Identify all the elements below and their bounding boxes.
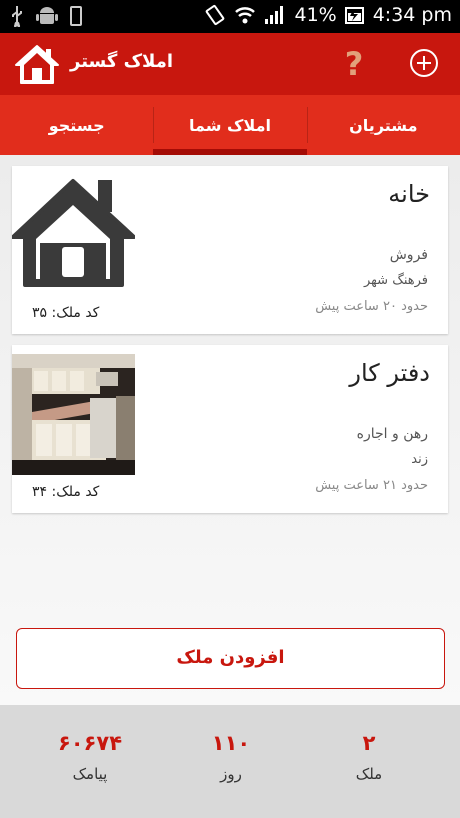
property-card[interactable]: کد ملک: ۳۵ خانه فروش فرهنگ شهر حدود ۲۰ س… — [12, 166, 448, 334]
stat-properties: ۲ ملک — [309, 731, 429, 783]
property-area: زند — [411, 452, 428, 467]
wifi-icon — [235, 7, 256, 24]
clock: 4:34 pm — [372, 4, 452, 26]
tab-your-properties[interactable]: املاک شما — [153, 95, 307, 155]
battery-icon — [344, 7, 364, 24]
property-time: حدود ۲۱ ساعت پیش — [315, 478, 428, 493]
stats-footer: ۶۰۶۷۴ پیامک ۱۱۰ روز ۲ ملک — [0, 705, 460, 818]
property-list: کد ملک: ۳۵ خانه فروش فرهنگ شهر حدود ۲۰ س… — [0, 155, 460, 705]
stat-value: ۱۱۰ — [211, 731, 251, 755]
tab-customers[interactable]: مشتریان — [306, 95, 460, 155]
notification-icons — [10, 5, 82, 27]
phone-storage-icon — [70, 6, 82, 26]
property-deal-type: رهن و اجاره — [356, 426, 428, 442]
property-code: کد ملک: ۳۴ — [32, 484, 100, 500]
stat-days: ۱۱۰ روز — [171, 731, 291, 783]
android-icon — [36, 7, 58, 24]
house-icon — [15, 45, 59, 84]
property-deal-type: فروش — [389, 247, 428, 263]
tab-label: جستجو — [48, 116, 105, 135]
stat-value: ۶۰۶۷۴ — [57, 731, 123, 755]
stat-label: روز — [220, 765, 242, 783]
status-bar: 41% 4:34 pm — [0, 0, 460, 33]
battery-percent: 41% — [294, 4, 337, 26]
stat-label: پیامک — [72, 765, 108, 783]
add-button[interactable] — [409, 48, 439, 78]
question-mark-icon: ? — [344, 45, 364, 83]
app-bar: املاک گستر ? — [0, 33, 460, 95]
property-time: حدود ۲۰ ساعت پیش — [315, 299, 428, 314]
tab-label: مشتریان — [349, 116, 418, 135]
stat-value: ۲ — [362, 731, 376, 755]
house-icon — [12, 179, 135, 287]
property-title: خانه — [388, 180, 430, 208]
property-area: فرهنگ شهر — [364, 273, 428, 288]
tab-label: املاک شما — [189, 116, 271, 135]
tab-bar: جستجو املاک شما مشتریان — [0, 95, 460, 155]
app-title: املاک گستر — [70, 51, 174, 72]
tab-search[interactable]: جستجو — [0, 95, 153, 155]
add-property-button[interactable]: افزودن ملک — [16, 628, 445, 689]
vibrate-icon — [206, 4, 225, 26]
property-card[interactable]: کد ملک: ۳۴ دفتر کار رهن و اجاره زند حدود… — [12, 345, 448, 513]
stat-sms: ۶۰۶۷۴ پیامک — [30, 731, 150, 783]
usb-icon — [12, 6, 22, 27]
signal-icon — [265, 6, 284, 24]
help-button[interactable]: ? — [338, 45, 370, 83]
property-title: دفتر کار — [349, 359, 430, 387]
system-icons: 41% 4:34 pm — [204, 4, 452, 26]
property-code: کد ملک: ۳۵ — [32, 305, 100, 321]
stat-label: ملک — [355, 765, 383, 783]
kitchen-photo — [12, 354, 135, 475]
